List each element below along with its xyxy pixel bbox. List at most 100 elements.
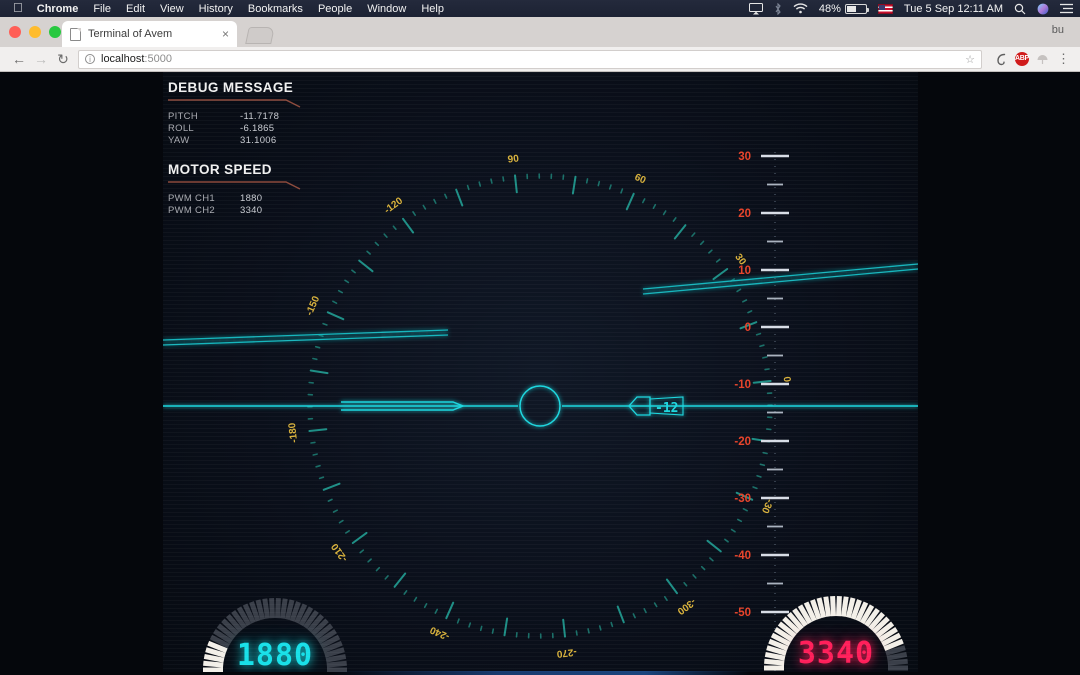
- menu-item-chrome[interactable]: Chrome: [37, 3, 79, 15]
- debug-value-roll: -6.1865: [240, 122, 279, 134]
- site-info-icon[interactable]: i: [85, 54, 95, 64]
- table-row: YAW 31.1006: [168, 134, 279, 146]
- gauge-tick: [278, 598, 279, 618]
- heading-ring-label: -270: [556, 646, 578, 659]
- debug-message-panel: DEBUG MESSAGE PITCH -11.7178 ROLL -6.186…: [168, 80, 304, 146]
- motor-panel-title: MOTOR SPEED: [168, 162, 304, 177]
- debug-panel-title: DEBUG MESSAGE: [168, 80, 304, 95]
- minimize-window-button[interactable]: [29, 26, 41, 38]
- heading-ring-label: 0: [781, 376, 793, 383]
- window-controls: [9, 26, 61, 38]
- gauge-tick: [826, 597, 829, 617]
- debug-key-roll: ROLL: [168, 122, 240, 134]
- motor-key-ch2: PWM CH2: [168, 204, 240, 216]
- debug-value-pitch: -11.7178: [240, 110, 279, 122]
- debug-values-table: PITCH -11.7178 ROLL -6.1865 YAW 31.1006: [168, 110, 279, 146]
- table-row: PWM CH2 3340: [168, 204, 262, 216]
- menu-item-people[interactable]: People: [318, 3, 352, 15]
- table-row: PWM CH1 1880: [168, 192, 262, 204]
- motor-key-ch1: PWM CH1: [168, 192, 240, 204]
- gauge-tick: [839, 596, 840, 616]
- address-bar[interactable]: i localhost :5000 ☆: [78, 50, 982, 69]
- menu-item-history[interactable]: History: [199, 3, 233, 15]
- battery-status[interactable]: 48%: [819, 3, 867, 15]
- heading-ring-label: -240: [428, 624, 451, 642]
- bookmark-star-icon[interactable]: ☆: [965, 53, 975, 66]
- heading-ring-label: -300: [675, 596, 698, 617]
- motor-value-ch1: 1880: [240, 192, 262, 204]
- dock-reflection: [330, 671, 750, 675]
- pwm-ch2-readout: 3340: [746, 636, 918, 671]
- us-flag-icon[interactable]: [878, 4, 893, 14]
- debug-key-pitch: PITCH: [168, 110, 240, 122]
- pitch-ladder-label: -20: [734, 436, 751, 448]
- omnibox-toolbar: ← → ↻ i localhost :5000 ☆ ABP ⋮: [0, 47, 1080, 72]
- tab-strip: Terminal of Avem × bu: [0, 17, 1080, 47]
- menu-item-help[interactable]: Help: [421, 3, 444, 15]
- url-host: localhost: [101, 53, 144, 65]
- reload-button[interactable]: ↻: [52, 51, 74, 68]
- extension-icon[interactable]: [1036, 53, 1049, 66]
- pwm-ch1-readout: 1880: [185, 638, 365, 672]
- pitch-ladder-label: 10: [738, 265, 751, 277]
- tab-title: Terminal of Avem: [88, 28, 216, 40]
- heading-ring-label: -30: [759, 497, 775, 515]
- motor-speed-panel: MOTOR SPEED PWM CH1 1880 PWM CH2 3340: [168, 162, 304, 216]
- pitch-ladder-label: 30: [738, 151, 751, 163]
- gauge-tick: [833, 596, 834, 616]
- altitude-value-label: -12: [655, 401, 678, 416]
- debug-panel-rule: [168, 98, 304, 108]
- chrome-window: Terminal of Avem × bu ← → ↻ i localhost …: [0, 17, 1080, 72]
- heading-ring-label: -210: [329, 541, 350, 564]
- motor-values-table: PWM CH1 1880 PWM CH2 3340: [168, 192, 262, 216]
- battery-percent-label: 48%: [819, 3, 841, 15]
- menu-item-file[interactable]: File: [93, 3, 111, 15]
- heading-ring-label: 90: [507, 153, 520, 165]
- gauge-tick: [843, 597, 846, 617]
- gauge-tick: [282, 599, 285, 619]
- web-page-body: 90 60 30 0 -30 -300 -270 -240 -210 -180 -150 -12 0 3…: [0, 72, 1080, 675]
- heading-ring-label: -150: [304, 294, 322, 317]
- heading-ring-label: 60: [633, 172, 648, 187]
- back-button[interactable]: ←: [8, 51, 30, 67]
- url-path: :5000: [144, 53, 172, 65]
- pitch-ladder-label: -40: [734, 550, 751, 562]
- aircraft-reference-symbol: [163, 386, 918, 426]
- battery-icon: [845, 4, 867, 14]
- search-icon[interactable]: [1014, 3, 1026, 15]
- maximize-window-button[interactable]: [49, 26, 61, 38]
- adblock-plus-icon[interactable]: ABP: [1015, 52, 1029, 66]
- pocket-icon[interactable]: [995, 53, 1008, 66]
- menu-item-view[interactable]: View: [160, 3, 184, 15]
- table-row: PITCH -11.7178: [168, 110, 279, 122]
- menu-item-edit[interactable]: Edit: [126, 3, 145, 15]
- pitch-ladder-label: 0: [745, 322, 751, 334]
- menu-item-bookmarks[interactable]: Bookmarks: [248, 3, 303, 15]
- close-tab-button[interactable]: ×: [216, 27, 229, 41]
- forward-button[interactable]: →: [30, 51, 52, 67]
- menu-bar-clock[interactable]: Tue 5 Sep 12:11 AM: [904, 3, 1003, 15]
- airplay-icon[interactable]: [749, 3, 763, 15]
- heading-ring-label: -180: [287, 422, 300, 444]
- gauge-tick: [272, 598, 273, 618]
- new-tab-button[interactable]: [245, 27, 275, 44]
- wifi-icon[interactable]: [793, 3, 808, 14]
- menu-item-window[interactable]: Window: [367, 3, 406, 15]
- pitch-ladder-label: 20: [738, 208, 751, 220]
- bluetooth-icon[interactable]: [774, 3, 782, 15]
- pitch-ladder-label: -10: [734, 379, 751, 391]
- apple-logo-icon[interactable]: : [13, 1, 23, 14]
- notification-center-icon[interactable]: [1060, 3, 1073, 14]
- macos-menu-bar:  Chrome File Edit View History Bookmark…: [0, 0, 1080, 17]
- chrome-menu-button[interactable]: ⋮: [1057, 56, 1070, 62]
- browser-tab[interactable]: Terminal of Avem ×: [62, 21, 237, 47]
- debug-key-yaw: YAW: [168, 134, 240, 146]
- motor-value-ch2: 3340: [240, 204, 262, 216]
- table-row: ROLL -6.1865: [168, 122, 279, 134]
- pwm-ch2-gauge[interactable]: 3340: [746, 580, 918, 672]
- close-window-button[interactable]: [9, 26, 21, 38]
- profile-name-label[interactable]: bu: [1052, 24, 1064, 36]
- siri-icon[interactable]: [1037, 3, 1049, 15]
- pwm-ch1-gauge[interactable]: 1880: [185, 582, 365, 672]
- avem-hud-canvas[interactable]: 90 60 30 0 -30 -300 -270 -240 -210 -180 -150 -12 0 3…: [163, 72, 918, 672]
